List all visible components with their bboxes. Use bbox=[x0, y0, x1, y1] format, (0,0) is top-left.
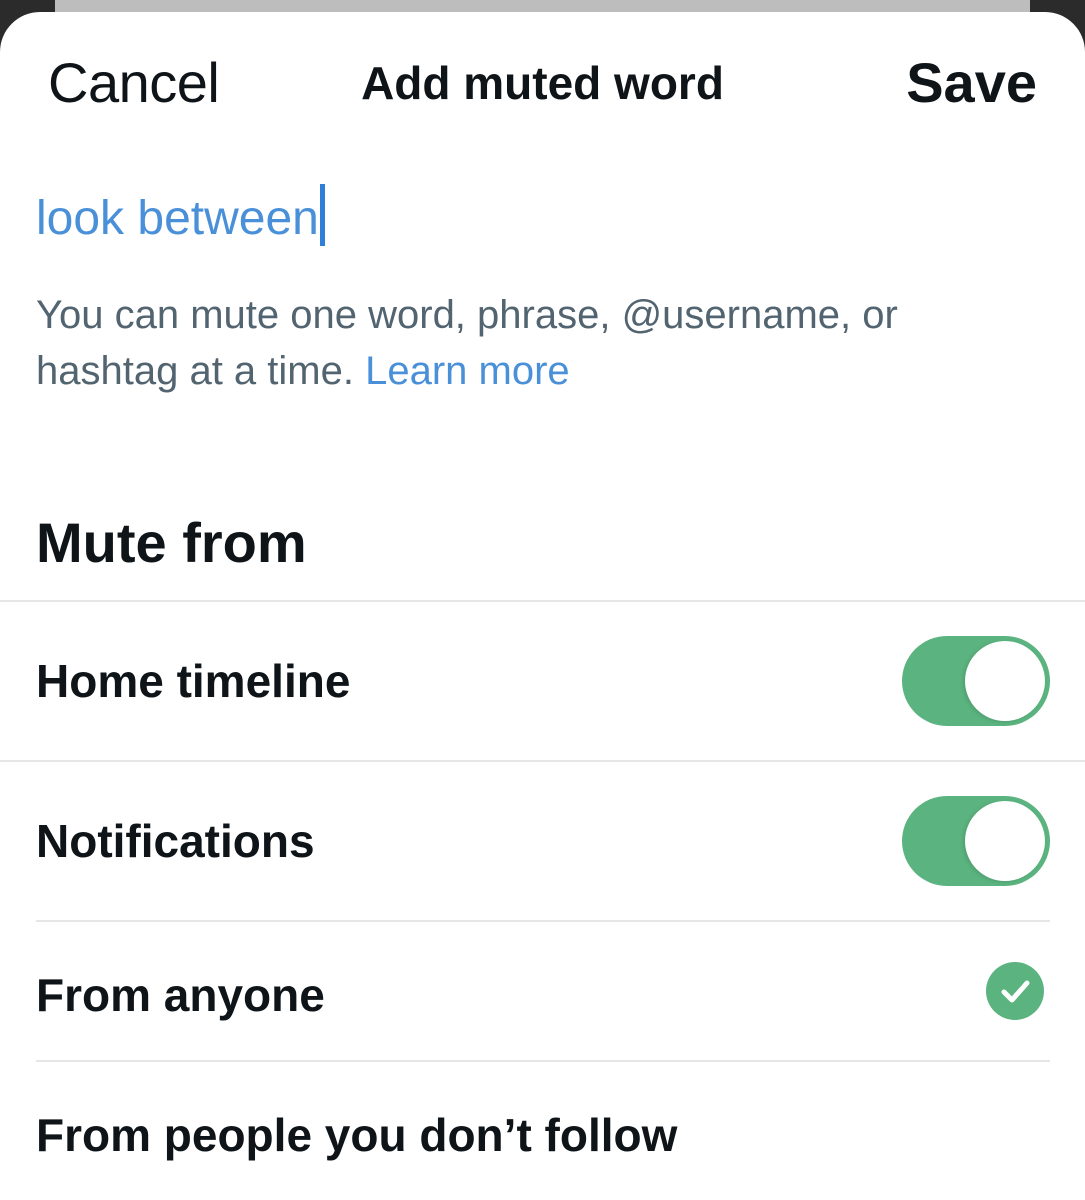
muted-word-input[interactable]: look between bbox=[36, 184, 325, 246]
row-home-timeline[interactable]: Home timeline bbox=[0, 602, 1085, 760]
toggle-knob bbox=[965, 641, 1045, 721]
learn-more-link[interactable]: Learn more bbox=[365, 349, 570, 393]
row-label-from-people-you-dont-follow: From people you don’t follow bbox=[36, 1109, 678, 1161]
mute-from-heading: Mute from bbox=[36, 511, 307, 574]
toggle-knob bbox=[965, 801, 1045, 881]
row-label-notifications: Notifications bbox=[36, 815, 315, 867]
helper-text: You can mute one word, phrase, @username… bbox=[36, 287, 1046, 399]
row-from-people-you-dont-follow[interactable]: From people you don’t follow bbox=[0, 1062, 1085, 1200]
save-button[interactable]: Save bbox=[906, 50, 1037, 115]
notifications-toggle[interactable] bbox=[902, 796, 1050, 886]
mute-word-sheet: Cancel Add muted word Save look between … bbox=[0, 12, 1085, 1200]
row-label-from-anyone: From anyone bbox=[36, 969, 325, 1021]
row-from-anyone[interactable]: From anyone bbox=[0, 922, 1085, 1060]
row-notifications[interactable]: Notifications bbox=[0, 762, 1085, 920]
home-timeline-toggle[interactable] bbox=[902, 636, 1050, 726]
row-label-home-timeline: Home timeline bbox=[36, 655, 351, 707]
top-bar: Cancel Add muted word Save bbox=[0, 12, 1085, 147]
checkmark-circle-icon bbox=[986, 962, 1044, 1020]
text-caret bbox=[319, 184, 325, 246]
muted-word-value: look between bbox=[36, 192, 319, 245]
